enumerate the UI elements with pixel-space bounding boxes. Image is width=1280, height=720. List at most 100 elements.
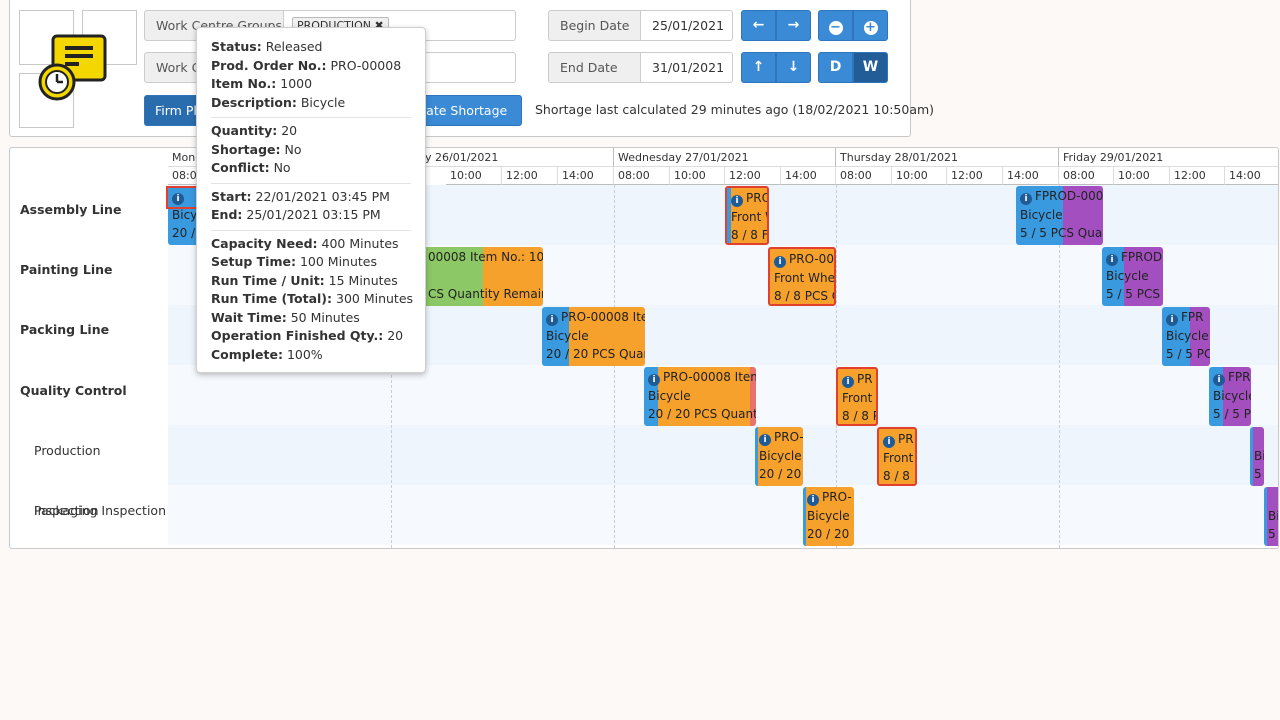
zoom-out-button[interactable]: −	[818, 10, 853, 41]
row-label-painting-line: Painting Line	[20, 262, 113, 277]
tooltip-shortage: No	[284, 141, 302, 157]
arrow-down-icon: ↓	[787, 59, 800, 75]
lane-production-inspection	[168, 425, 1278, 485]
task-line: FPROD	[1121, 250, 1163, 264]
up-button[interactable]: ↑	[741, 52, 776, 83]
hour-header: 12:00	[502, 167, 558, 185]
tooltip-key: Item No.:	[211, 76, 277, 91]
tooltip-key: Prod. Order No.:	[211, 57, 327, 73]
task-bar[interactable]: i PRO-00008 Ite Bicycle 20 / 20 PCS Quan	[542, 307, 645, 366]
day-header: Thursday 28/01/2021	[836, 148, 1059, 167]
tooltip-key: Conflict:	[211, 160, 270, 175]
arrow-right-icon: →	[787, 17, 800, 33]
app-logo	[19, 10, 137, 128]
task-line: Bicycle	[1166, 328, 1209, 343]
task-bar[interactable]: iFPR Bicycle 5 / 5 P	[1209, 367, 1251, 426]
task-line: 5	[1254, 467, 1262, 481]
row-label-production-inspection: Production Inspection	[34, 443, 101, 518]
hour-header: 12:00	[947, 167, 1003, 185]
task-bar[interactable]: i PR Front 8 / 8 P	[836, 367, 878, 426]
hour-header: 08:00	[614, 167, 670, 185]
task-line: Bicycle	[546, 328, 589, 343]
hour-header: 10:00	[892, 167, 947, 185]
tooltip-finished-qty: 20	[387, 328, 404, 343]
info-icon[interactable]: i	[1106, 254, 1118, 266]
tooltip-setup: 100 Minutes	[299, 254, 377, 269]
task-bar[interactable]: Bi 5	[1250, 427, 1264, 486]
task-bar[interactable]: i PRO- Bicycle 20 / 20	[755, 427, 803, 486]
task-line: Bicycle	[648, 388, 691, 403]
info-icon[interactable]: i	[759, 434, 771, 446]
tooltip-key: Quantity:	[211, 123, 278, 138]
info-icon[interactable]: i	[774, 256, 786, 268]
zoom-in-button[interactable]: +	[853, 10, 888, 41]
info-icon[interactable]: i	[842, 376, 854, 388]
task-line: PRO	[746, 191, 769, 205]
tooltip-key: Operation Finished Qty.:	[211, 328, 384, 343]
prev-button[interactable]: ←	[741, 10, 776, 41]
tooltip-item-no: 1000	[280, 76, 313, 91]
task-bar[interactable]: i FPR Bicycle 5 / 5 PC	[1162, 307, 1210, 366]
week-view-button[interactable]: W	[853, 52, 888, 83]
task-bar[interactable]: i PRO-00008 Item Bicycle 20 / 20 PCS Quant	[644, 367, 756, 426]
begin-date-label: Begin Date	[548, 10, 641, 41]
tooltip-end: 25/01/2021 03:15 PM	[246, 207, 381, 222]
day-header: Wednesday 27/01/2021	[614, 148, 836, 167]
next-button[interactable]: →	[776, 10, 811, 41]
task-bar[interactable]: i PRO- Bicycle 20 / 20	[803, 487, 854, 546]
hour-header: 10:00	[1114, 167, 1170, 185]
day-view-button[interactable]: D	[818, 52, 853, 83]
row-label-packing-line: Packing Line	[20, 322, 110, 337]
task-line: FPR	[1181, 310, 1204, 324]
hour-header: 08:00	[1059, 167, 1114, 185]
task-bar[interactable]: i FPROD-000 Bicycle 5 / 5 PCS Qua	[1016, 186, 1103, 245]
info-icon[interactable]: i	[648, 374, 660, 386]
info-icon[interactable]: i	[731, 195, 743, 207]
task-line: 00008 Item No.: 100	[428, 250, 543, 264]
day-separator	[614, 185, 615, 548]
task-line: 5	[1268, 527, 1276, 541]
task-line: 20 / 20	[807, 527, 850, 541]
day-header: Friday 29/01/2021	[1059, 148, 1278, 167]
arrow-left-icon: ←	[752, 17, 765, 33]
hour-header: 14:00	[1225, 167, 1278, 185]
row-label-quality-control: Quality Control	[20, 383, 127, 398]
task-line: PRO-	[774, 430, 803, 444]
task-line: Bi	[1268, 508, 1279, 523]
end-date-input[interactable]: 31/01/2021	[641, 52, 733, 83]
hour-header: 14:00	[1003, 167, 1059, 185]
hour-header: 08:00	[836, 167, 892, 185]
task-line: 8 / 8 F	[731, 228, 769, 242]
task-line: Bicycle	[1106, 268, 1149, 283]
down-button[interactable]: ↓	[776, 52, 811, 83]
task-tooltip: Status: Released Prod. Order No.: PRO-00…	[196, 27, 426, 373]
info-icon[interactable]: i	[1166, 314, 1178, 326]
task-line: 5 / 5 PCS Qua	[1020, 226, 1103, 240]
hour-header: 14:00	[781, 167, 836, 185]
task-bar[interactable]: iPRO Front W 8 / 8 F	[725, 186, 769, 245]
info-icon[interactable]: i	[883, 436, 895, 448]
begin-date-input[interactable]: 25/01/2021	[641, 10, 733, 41]
task-line: 8 / 8	[883, 469, 910, 483]
task-bar[interactable]: i PR Front 8 / 8	[877, 427, 917, 486]
tooltip-key: End:	[211, 207, 243, 222]
task-line: PRO-00008 Item	[663, 370, 756, 384]
task-bar[interactable]: Bi 5	[1264, 487, 1279, 546]
task-bar[interactable]: i PRO-00 Front Whe 8 / 8 PCS Q	[768, 247, 836, 306]
tooltip-key: Run Time / Unit:	[211, 272, 325, 288]
tooltip-key: Description:	[211, 94, 297, 110]
tooltip-key: Start:	[211, 188, 252, 204]
info-icon[interactable]: i	[1020, 193, 1032, 205]
task-bar[interactable]: i FPROD Bicycle 5 / 5 PCS	[1102, 247, 1163, 306]
schedule-clock-icon	[38, 34, 107, 101]
info-icon[interactable]: i	[807, 494, 819, 506]
info-icon[interactable]: i	[546, 314, 558, 326]
task-line: Bicycle	[1020, 207, 1063, 222]
task-line: FPROD-000	[1035, 189, 1103, 203]
end-date-label: End Date	[548, 52, 641, 83]
task-line: Front W	[731, 209, 767, 224]
task-line: 20 / 20 PCS Quan	[546, 347, 645, 361]
tooltip-key: Shortage:	[211, 141, 281, 157]
info-icon[interactable]: i	[1213, 374, 1225, 386]
task-line: Bi	[1254, 448, 1264, 463]
